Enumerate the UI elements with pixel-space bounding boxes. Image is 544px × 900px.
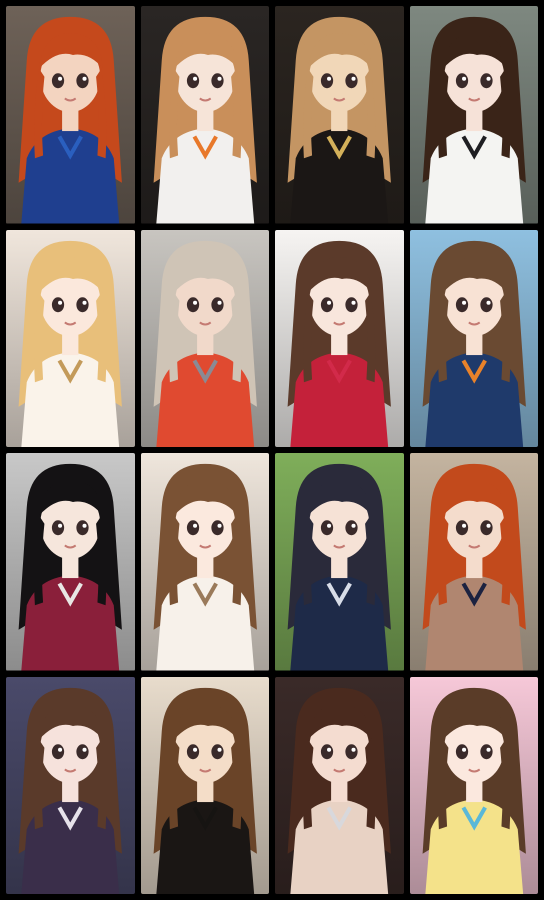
eye-highlight-left bbox=[58, 747, 63, 752]
gallery-tile-doll-school-uniform-tree[interactable] bbox=[275, 453, 404, 671]
eye-highlight-right bbox=[485, 300, 491, 305]
eye-highlight-right bbox=[216, 523, 222, 528]
doll-eye-right bbox=[345, 73, 358, 89]
eye-highlight-right bbox=[82, 747, 87, 752]
eye-highlight-right bbox=[216, 300, 222, 305]
eye-highlight-right bbox=[216, 76, 222, 81]
doll-photo-thumbnail bbox=[140, 229, 269, 447]
doll-eye-right bbox=[479, 296, 493, 312]
eye-highlight-left bbox=[327, 300, 332, 305]
gallery-tile-doll-lace-collar-purple[interactable] bbox=[6, 676, 135, 894]
doll-eye-left bbox=[320, 73, 334, 89]
doll-photo-thumbnail bbox=[140, 6, 269, 224]
eye-highlight-left bbox=[58, 300, 63, 305]
gallery-tile-doll-red-hair-leather-jacket[interactable] bbox=[409, 453, 538, 671]
doll-eye-left bbox=[51, 520, 65, 536]
eye-highlight-right bbox=[82, 76, 87, 81]
eye-highlight-right bbox=[351, 523, 356, 528]
doll-eye-left bbox=[186, 520, 199, 536]
eye-highlight-left bbox=[192, 76, 197, 81]
doll-eye-left bbox=[186, 743, 199, 759]
doll-eye-left bbox=[455, 296, 468, 312]
gallery-tile-doll-black-hat-gold-chain[interactable] bbox=[275, 6, 404, 224]
gallery-tile-doll-beanie-orange-raglan[interactable] bbox=[140, 6, 269, 224]
doll-eye-left bbox=[320, 296, 334, 312]
gallery-tile-doll-orange-hair-blue-sweater[interactable] bbox=[6, 6, 135, 224]
eye-highlight-left bbox=[192, 523, 197, 528]
doll-eye-left bbox=[186, 73, 199, 89]
doll-eye-right bbox=[479, 520, 493, 536]
doll-eye-right bbox=[479, 743, 493, 759]
photo-gallery-grid bbox=[0, 0, 544, 900]
eye-highlight-left bbox=[327, 76, 332, 81]
doll-eye-right bbox=[76, 743, 89, 759]
doll-eye-left bbox=[51, 743, 65, 759]
doll-photo-thumbnail bbox=[409, 453, 538, 671]
doll-eye-right bbox=[345, 743, 358, 759]
eye-highlight-left bbox=[58, 523, 63, 528]
doll-eye-right bbox=[76, 73, 89, 89]
doll-eye-right bbox=[210, 520, 224, 536]
gallery-tile-doll-knit-hat-plaid-jacket[interactable] bbox=[6, 453, 135, 671]
eye-highlight-right bbox=[82, 300, 87, 305]
gallery-tile-doll-headphones-laptop[interactable] bbox=[275, 676, 404, 894]
eye-highlight-left bbox=[461, 76, 466, 81]
doll-photo-thumbnail bbox=[409, 6, 538, 224]
doll-eye-right bbox=[479, 73, 493, 89]
eye-highlight-left bbox=[461, 747, 466, 752]
eye-highlight-left bbox=[461, 523, 466, 528]
doll-photo-thumbnail bbox=[409, 229, 538, 447]
gallery-tile-doll-blonde-bear-ears[interactable] bbox=[6, 229, 135, 447]
eye-highlight-right bbox=[216, 747, 222, 752]
doll-eye-right bbox=[76, 296, 89, 312]
doll-photo-thumbnail bbox=[275, 453, 404, 671]
doll-eye-right bbox=[345, 520, 358, 536]
doll-eye-right bbox=[76, 520, 89, 536]
doll-photo-thumbnail bbox=[140, 453, 269, 671]
eye-highlight-left bbox=[58, 76, 63, 81]
doll-eye-left bbox=[320, 743, 334, 759]
eye-highlight-right bbox=[351, 300, 356, 305]
doll-eye-left bbox=[51, 73, 65, 89]
eye-highlight-right bbox=[351, 76, 356, 81]
doll-eye-left bbox=[51, 296, 65, 312]
eye-highlight-left bbox=[192, 300, 197, 305]
doll-eye-left bbox=[455, 520, 468, 536]
doll-photo-thumbnail bbox=[275, 6, 404, 224]
doll-eye-left bbox=[320, 520, 334, 536]
doll-photo-thumbnail bbox=[275, 229, 404, 447]
gallery-tile-doll-bunny-hood-white-tee[interactable] bbox=[409, 6, 538, 224]
doll-photo-thumbnail bbox=[6, 453, 135, 671]
eye-highlight-left bbox=[192, 747, 197, 752]
gallery-tile-doll-black-bowler-hat[interactable] bbox=[140, 676, 269, 894]
doll-photo-thumbnail bbox=[6, 676, 135, 894]
doll-eye-left bbox=[186, 296, 199, 312]
gallery-tile-doll-glasses-red-cardigan[interactable] bbox=[275, 229, 404, 447]
doll-photo-thumbnail bbox=[6, 229, 135, 447]
eye-highlight-right bbox=[82, 523, 87, 528]
doll-photo-thumbnail bbox=[6, 6, 135, 224]
doll-eye-left bbox=[455, 73, 468, 89]
gallery-tile-doll-pigtails-choker[interactable] bbox=[140, 453, 269, 671]
eye-highlight-right bbox=[485, 747, 491, 752]
eye-highlight-right bbox=[351, 747, 356, 752]
doll-eye-right bbox=[345, 296, 358, 312]
doll-eye-left bbox=[455, 743, 468, 759]
doll-eye-right bbox=[210, 743, 224, 759]
eye-highlight-left bbox=[327, 747, 332, 752]
doll-photo-thumbnail bbox=[140, 676, 269, 894]
eye-highlight-right bbox=[485, 523, 491, 528]
gallery-tile-doll-striped-beanie-red-hoodie[interactable] bbox=[140, 229, 269, 447]
gallery-tile-doll-flower-field[interactable] bbox=[409, 229, 538, 447]
doll-eye-right bbox=[210, 73, 224, 89]
doll-photo-thumbnail bbox=[409, 676, 538, 894]
eye-highlight-left bbox=[461, 300, 466, 305]
eye-highlight-right bbox=[485, 76, 491, 81]
doll-eye-right bbox=[210, 296, 224, 312]
doll-photo-thumbnail bbox=[275, 676, 404, 894]
gallery-tile-doll-yellow-hood-camera[interactable] bbox=[409, 676, 538, 894]
eye-highlight-left bbox=[327, 523, 332, 528]
